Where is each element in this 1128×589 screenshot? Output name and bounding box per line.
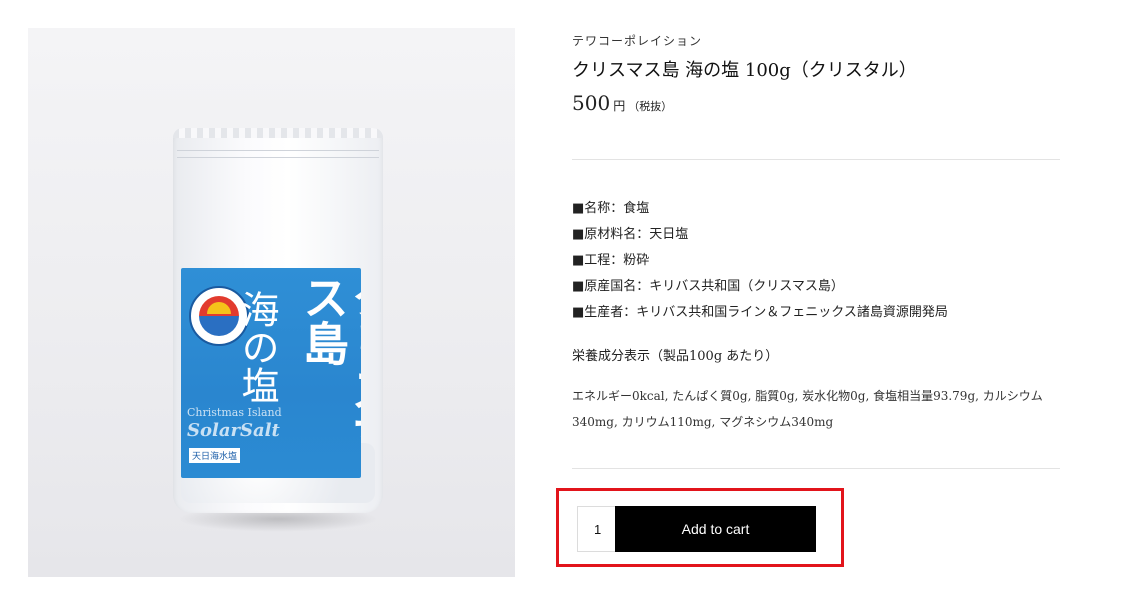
bag-zipper (177, 150, 379, 158)
nutrition-heading: 栄養成分表示（製品100g あたり） (572, 349, 779, 364)
product-title: クリスマス島 海の塩 100g（クリスタル） (572, 60, 917, 81)
price-unit: 円 (613, 99, 626, 113)
product-image: 海の塩 クリスマス島 Christmas Island SolarSalt 天日… (28, 28, 515, 577)
nutrition-line-1: エネルギー0kcal, たんぱく質0g, 脂質0g, 炭水化物0g, 食塩相当量… (572, 389, 1043, 403)
divider (572, 468, 1060, 469)
bag-label: 海の塩 クリスマス島 Christmas Island SolarSalt 天日… (181, 268, 361, 478)
label-tag: 天日海水塩 (189, 448, 241, 463)
label-text-english-2: SolarSalt (187, 420, 280, 441)
brand-name: テワコーポレイション (572, 34, 703, 48)
label-text-sea-salt: 海の塩 (235, 290, 279, 404)
nutrition-line-2: 340mg, カリウム110mg, マグネシウム340mg (572, 415, 834, 429)
divider (572, 159, 1060, 160)
spec-item-name: ■名称：食塩 (572, 201, 650, 216)
spec-item-process: ■工程：粉砕 (572, 253, 650, 268)
salt-bag: 海の塩 クリスマス島 Christmas Island SolarSalt 天日… (173, 128, 383, 513)
spec-item-producer: ■生産者：キリバス共和国ライン＆フェニックス諸島資源開発局 (572, 305, 948, 320)
label-text-christmas-island: クリスマス島 (296, 274, 361, 458)
bag-serration (173, 128, 383, 138)
price-value: 500 (572, 91, 611, 115)
label-text-english-1: Christmas Island (187, 406, 282, 419)
product-price: 500 円（税抜） (572, 91, 672, 115)
price-tax-note: （税抜） (628, 100, 673, 113)
nutrition-facts: エネルギー0kcal, たんぱく質0g, 脂質0g, 炭水化物0g, 食塩相当量… (572, 383, 1072, 435)
quantity-input[interactable] (577, 506, 615, 552)
spec-item-origin: ■原産国名：キリバス共和国（クリスマス島） (572, 279, 844, 294)
add-to-cart-button[interactable]: Add to cart (615, 506, 816, 552)
spec-list: ■名称：食塩 ■原材料名：天日塩 ■工程：粉砕 ■原産国名：キリバス共和国（クリ… (572, 199, 948, 329)
spec-item-ingredients: ■原材料名：天日塩 (572, 227, 689, 242)
